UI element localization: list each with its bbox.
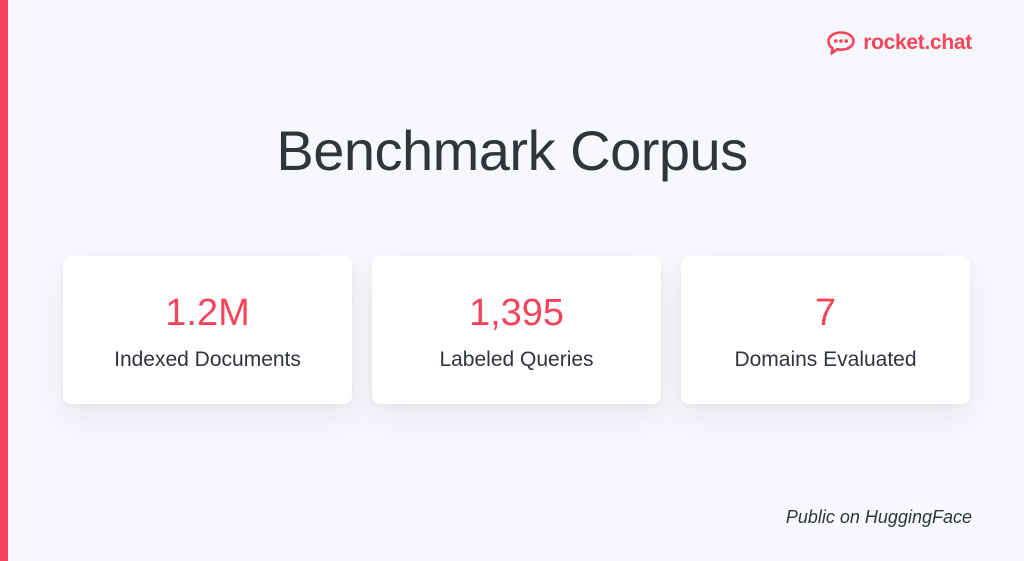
left-accent-bar <box>0 0 8 561</box>
stat-value: 1.2M <box>165 292 250 334</box>
stat-value: 7 <box>814 292 837 334</box>
brand-logo: rocket.chat <box>825 30 972 56</box>
stats-cards: 1.2M Indexed Documents 1,395 Labeled Que… <box>63 256 970 404</box>
stat-card-indexed-documents: 1.2M Indexed Documents <box>63 256 352 404</box>
stat-label: Domains Evaluated <box>734 348 917 371</box>
stat-value: 1,395 <box>468 292 565 334</box>
stat-card-domains-evaluated: 7 Domains Evaluated <box>681 256 970 404</box>
stat-card-labeled-queries: 1,395 Labeled Queries <box>372 256 661 404</box>
footnote: Public on HuggingFace <box>785 507 972 527</box>
brand-name: rocket.chat <box>863 31 972 54</box>
stat-label: Labeled Queries <box>439 348 594 371</box>
rocket-chat-logo-icon <box>827 31 856 55</box>
stat-label: Indexed Documents <box>114 348 301 371</box>
page-title: Benchmark Corpus <box>276 119 748 182</box>
